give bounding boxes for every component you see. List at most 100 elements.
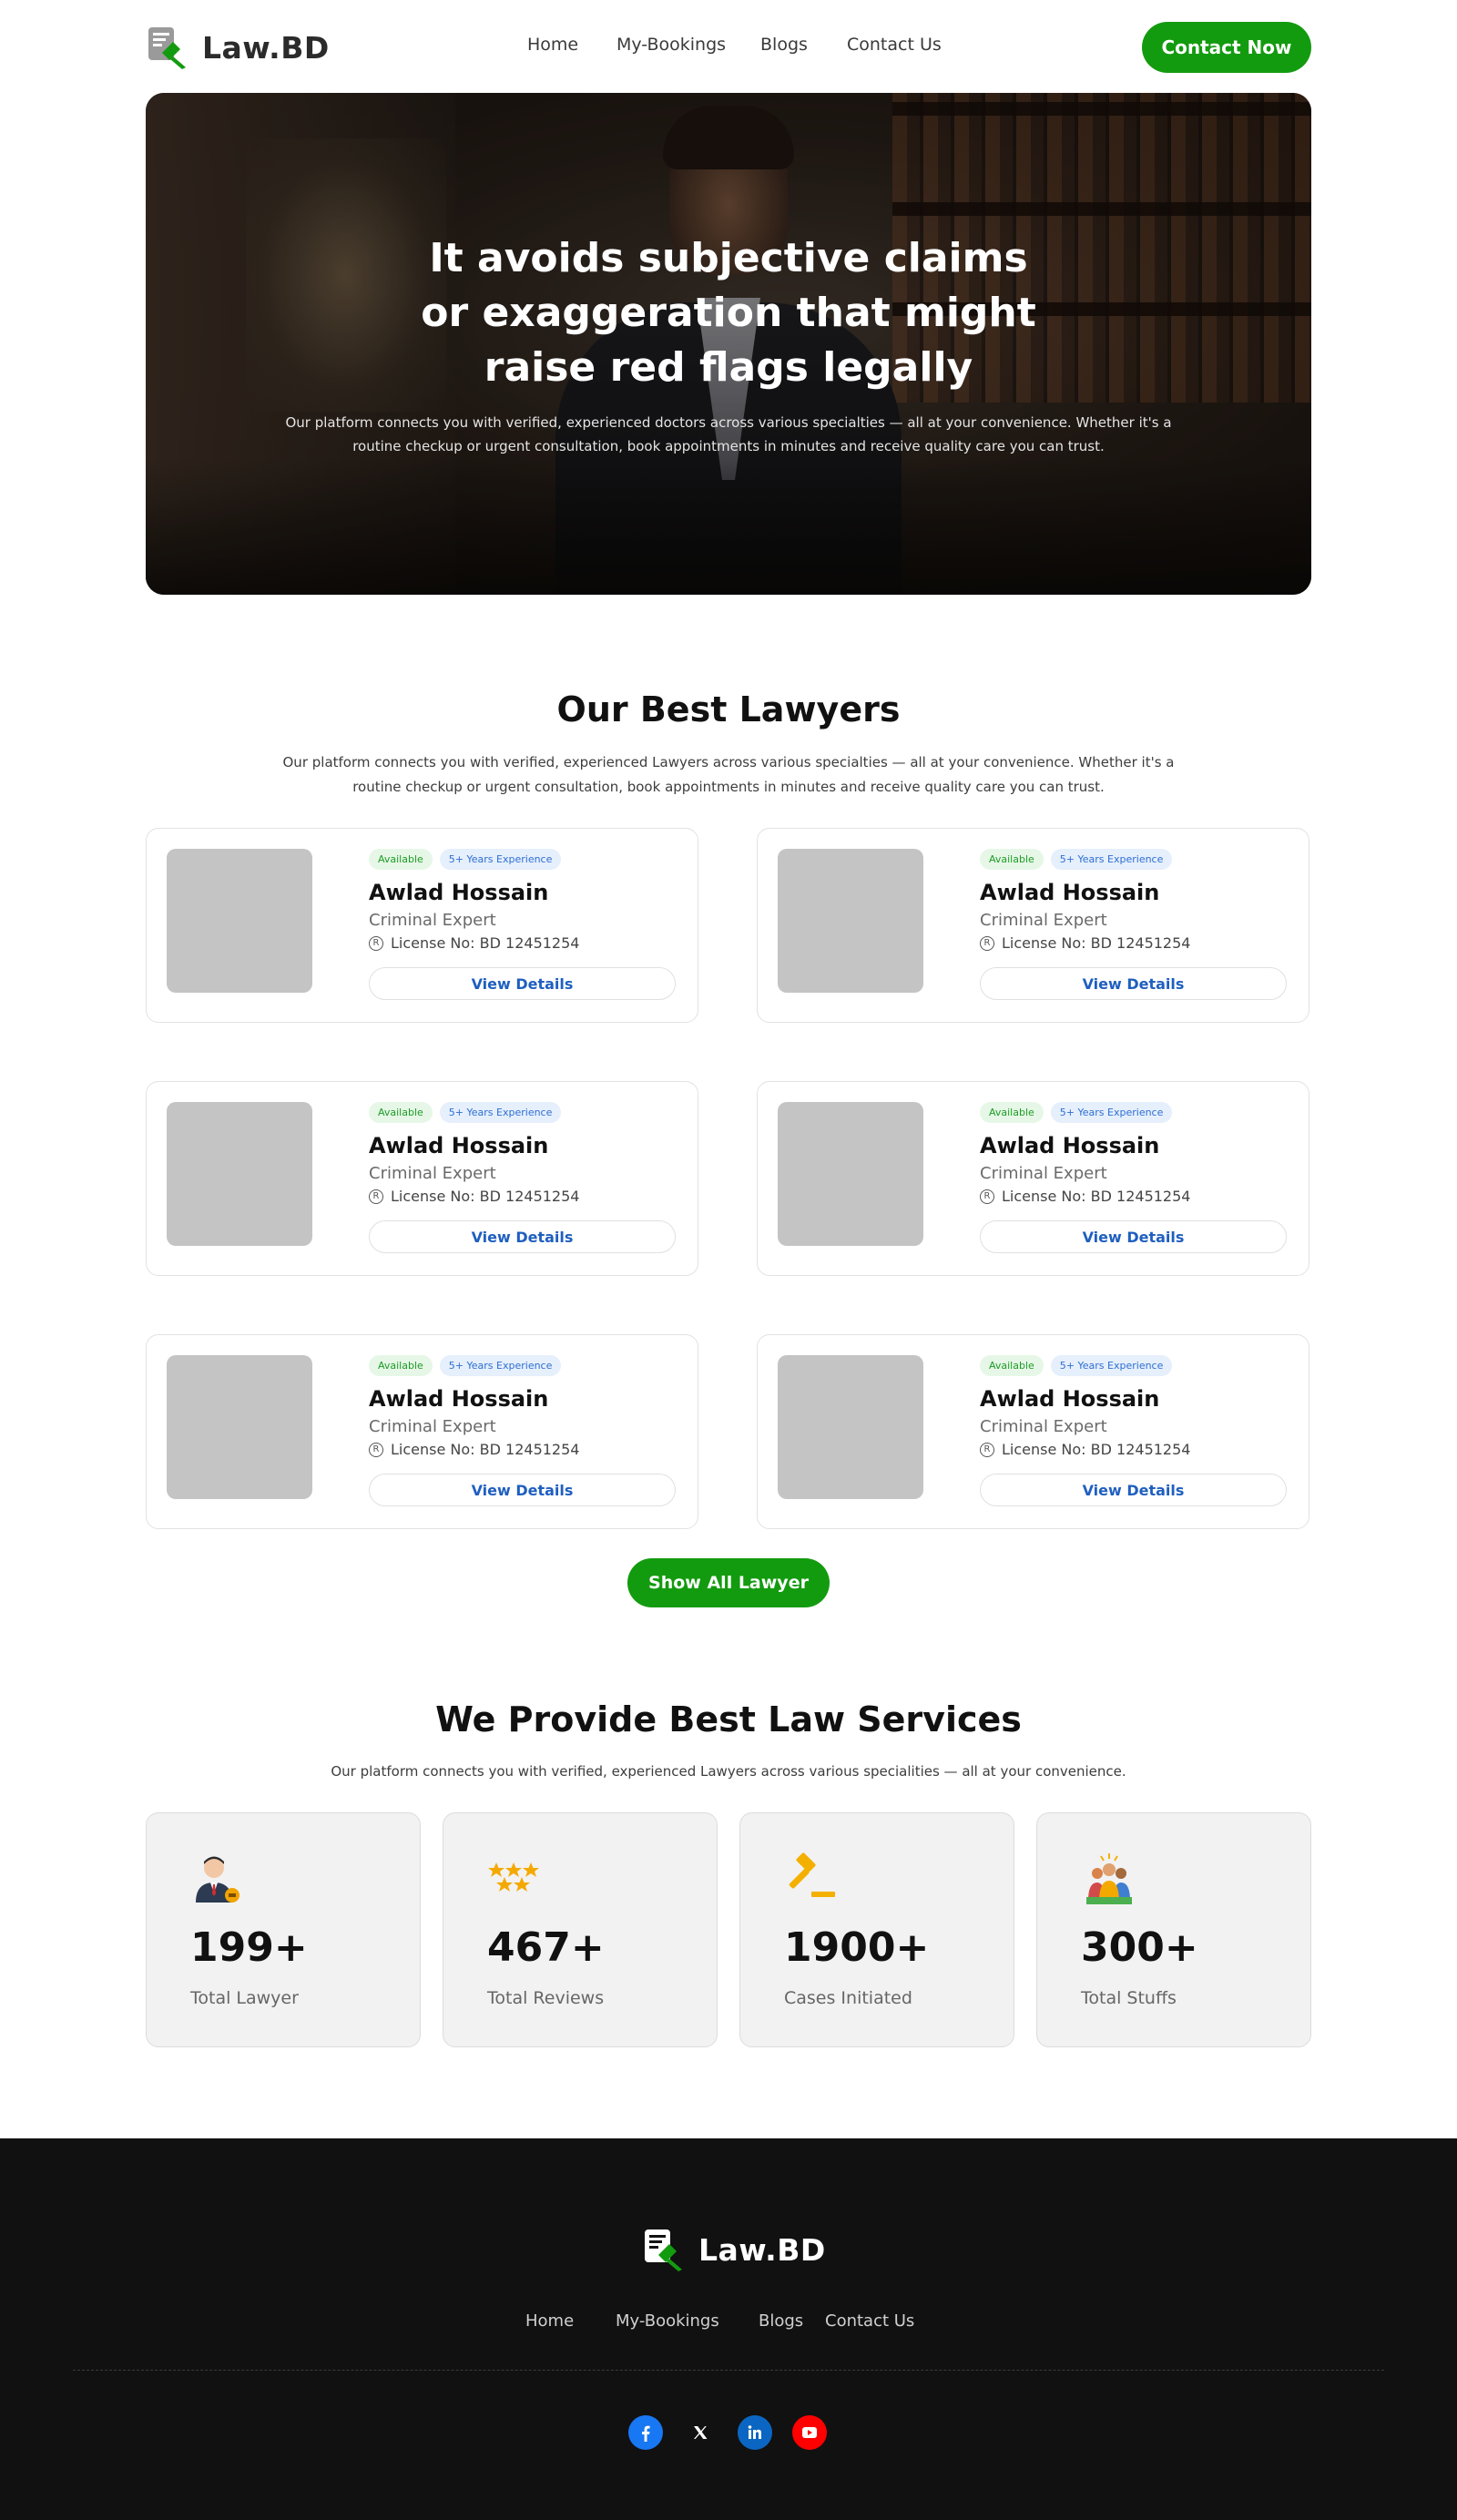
lawyer-badges: Available 5+ Years Experience bbox=[980, 1355, 1173, 1376]
lawyer-license-text: License No: BD 12451254 bbox=[391, 1188, 580, 1205]
lawyer-badges: Available 5+ Years Experience bbox=[980, 849, 1173, 870]
availability-badge: Available bbox=[980, 1355, 1044, 1376]
lawyer-license: R License No: BD 12451254 bbox=[980, 1188, 1190, 1205]
lawyer-badges: Available 5+ Years Experience bbox=[369, 1102, 562, 1123]
law-logo-icon bbox=[148, 27, 186, 69]
stars-icon bbox=[488, 1862, 539, 1892]
stat-card-cases: 1900+ Cases Initiated bbox=[739, 1812, 1014, 2047]
nav-blogs[interactable]: Blogs bbox=[760, 35, 847, 55]
footer-nav-contact-us[interactable]: Contact Us bbox=[825, 2311, 914, 2331]
lawyer-role: Criminal Expert bbox=[980, 1164, 1107, 1183]
experience-badge: 5+ Years Experience bbox=[439, 1102, 562, 1123]
nav-home[interactable]: Home bbox=[527, 35, 616, 55]
stat-label-lawyers: Total Lawyer bbox=[190, 1988, 299, 2008]
nav-contact-us[interactable]: Contact Us bbox=[847, 35, 942, 55]
stat-card-staff: 300+ Total Stuffs bbox=[1036, 1812, 1311, 2047]
lawyer-name: Awlad Hossain bbox=[980, 1386, 1160, 1412]
lawyer-license-text: License No: BD 12451254 bbox=[391, 1441, 580, 1458]
lawyer-badges: Available 5+ Years Experience bbox=[980, 1102, 1173, 1123]
footer-brand-logo[interactable]: Law.BD bbox=[642, 2228, 826, 2271]
lawyer-photo bbox=[167, 1102, 312, 1246]
lawyer-license: R License No: BD 12451254 bbox=[980, 1441, 1190, 1458]
lawyer-badges: Available 5+ Years Experience bbox=[369, 849, 562, 870]
lawyer-photo bbox=[778, 849, 923, 993]
lawyer-license-text: License No: BD 12451254 bbox=[1002, 934, 1191, 952]
footer-divider bbox=[73, 2370, 1384, 2371]
lawyer-role: Criminal Expert bbox=[980, 911, 1107, 930]
footer-nav-blogs[interactable]: Blogs bbox=[759, 2311, 825, 2331]
lawyer-license-text: License No: BD 12451254 bbox=[1002, 1441, 1191, 1458]
view-details-button[interactable]: View Details bbox=[980, 967, 1287, 1000]
view-details-button[interactable]: View Details bbox=[369, 1220, 676, 1253]
footer: Law.BD Home My-Bookings Blogs Contact Us bbox=[0, 2138, 1457, 2520]
show-all-lawyers-button[interactable]: Show All Lawyer bbox=[627, 1558, 830, 1607]
availability-badge: Available bbox=[980, 849, 1044, 870]
lawyer-name: Awlad Hossain bbox=[369, 1386, 549, 1412]
lawyer-role: Criminal Expert bbox=[369, 911, 496, 930]
lawyer-name: Awlad Hossain bbox=[980, 1133, 1160, 1158]
social-links bbox=[628, 2415, 827, 2450]
view-details-button[interactable]: View Details bbox=[980, 1220, 1287, 1253]
stat-value-lawyers: 199+ bbox=[190, 1924, 308, 1971]
lawyer-badges: Available 5+ Years Experience bbox=[369, 1355, 562, 1376]
team-icon bbox=[1086, 1853, 1132, 1904]
lawyer-license: R License No: BD 12451254 bbox=[369, 1441, 579, 1458]
experience-badge: 5+ Years Experience bbox=[439, 1355, 562, 1376]
hero-subtitle: Our platform connects you with verified,… bbox=[285, 414, 1172, 454]
lawyer-card: Available 5+ Years Experience Awlad Hossai… bbox=[757, 828, 1309, 1023]
experience-badge: 5+ Years Experience bbox=[439, 849, 562, 870]
lawyer-license: R License No: BD 12451254 bbox=[369, 934, 579, 952]
lawyer-card: Available 5+ Years Experience Awlad Hossai… bbox=[757, 1334, 1309, 1529]
stat-card-reviews: 467+ Total Reviews bbox=[443, 1812, 718, 2047]
lawyer-card: Available 5+ Years Experience Awlad Hossai… bbox=[146, 1334, 698, 1529]
nav-my-bookings[interactable]: My-Bookings bbox=[616, 35, 760, 55]
lawyer-card: Available 5+ Years Experience Awlad Hossai… bbox=[146, 828, 698, 1023]
lawyer-name: Awlad Hossain bbox=[369, 1133, 549, 1158]
stat-value-reviews: 467+ bbox=[487, 1924, 605, 1971]
lawyer-role: Criminal Expert bbox=[980, 1417, 1107, 1436]
main-nav: Home My-Bookings Blogs Contact Us bbox=[527, 35, 942, 55]
lawyer-license-text: License No: BD 12451254 bbox=[1002, 1188, 1191, 1205]
availability-badge: Available bbox=[369, 1355, 433, 1376]
stat-value-cases: 1900+ bbox=[784, 1924, 930, 1971]
registered-icon: R bbox=[369, 1442, 383, 1457]
lawyer-license: R License No: BD 12451254 bbox=[980, 934, 1190, 952]
stat-label-staff: Total Stuffs bbox=[1081, 1988, 1177, 2008]
footer-nav-home[interactable]: Home bbox=[525, 2311, 616, 2331]
availability-badge: Available bbox=[369, 1102, 433, 1123]
view-details-button[interactable]: View Details bbox=[980, 1474, 1287, 1506]
lawyer-icon bbox=[196, 1856, 239, 1903]
stat-card-lawyers: 199+ Total Lawyer bbox=[146, 1812, 421, 2047]
experience-badge: 5+ Years Experience bbox=[1050, 1355, 1173, 1376]
view-details-button[interactable]: View Details bbox=[369, 1474, 676, 1506]
experience-badge: 5+ Years Experience bbox=[1050, 849, 1173, 870]
hero-banner: It avoids subjective claims or exaggerat… bbox=[146, 93, 1311, 595]
linkedin-icon[interactable] bbox=[738, 2415, 772, 2450]
contact-now-button[interactable]: Contact Now bbox=[1142, 22, 1311, 73]
footer-nav-my-bookings[interactable]: My-Bookings bbox=[616, 2311, 759, 2331]
hero-title: It avoids subjective claims or exaggerat… bbox=[421, 235, 1036, 391]
registered-icon: R bbox=[369, 935, 383, 951]
brand-logo[interactable]: Law.BD bbox=[146, 24, 330, 71]
lawyer-license-text: License No: BD 12451254 bbox=[391, 934, 580, 952]
lawyer-license: R License No: BD 12451254 bbox=[369, 1188, 579, 1205]
view-details-button[interactable]: View Details bbox=[369, 967, 676, 1000]
gavel-icon bbox=[789, 1852, 835, 1897]
registered-icon: R bbox=[980, 1442, 994, 1457]
lawyers-section-description: Our platform connects you with verified,… bbox=[282, 754, 1175, 795]
registered-icon: R bbox=[369, 1189, 383, 1204]
stat-value-staff: 300+ bbox=[1081, 1924, 1198, 1971]
youtube-icon[interactable] bbox=[792, 2415, 827, 2450]
facebook-icon[interactable] bbox=[628, 2415, 663, 2450]
lawyer-photo bbox=[167, 1355, 312, 1499]
x-icon[interactable] bbox=[683, 2415, 718, 2450]
availability-badge: Available bbox=[980, 1102, 1044, 1123]
experience-badge: 5+ Years Experience bbox=[1050, 1102, 1173, 1123]
navbar: Law.BD Home My-Bookings Blogs Contact Us… bbox=[146, 20, 1311, 75]
services-section-description: Our platform connects you with verified,… bbox=[331, 1763, 1126, 1780]
registered-icon: R bbox=[980, 1189, 994, 1204]
stat-label-reviews: Total Reviews bbox=[487, 1988, 605, 2008]
lawyer-role: Criminal Expert bbox=[369, 1417, 496, 1436]
lawyer-name: Awlad Hossain bbox=[980, 880, 1160, 905]
lawyer-photo bbox=[778, 1355, 923, 1499]
